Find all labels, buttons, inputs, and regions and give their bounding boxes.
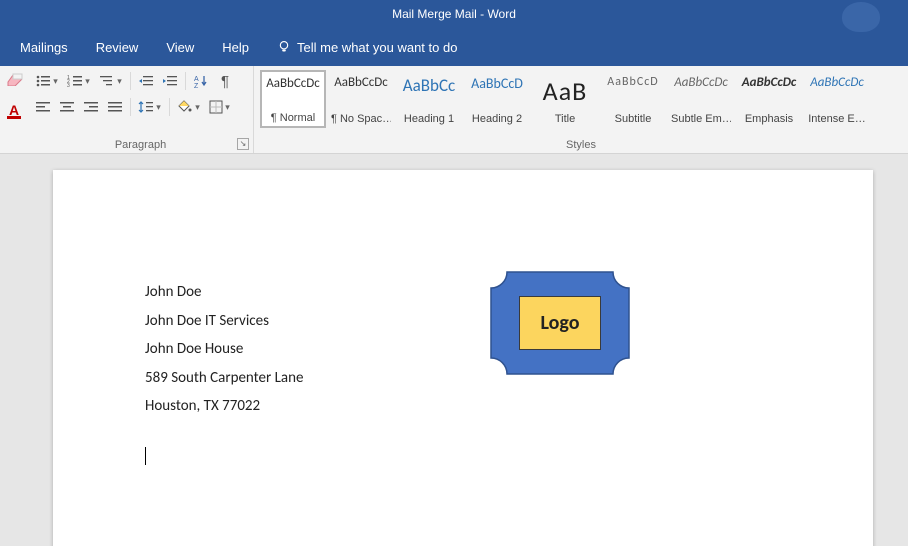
ribbon: A ▾ 123▾ ▾ AZ ¶ [0,66,908,154]
title-bar: Mail Merge Mail - Word [0,0,908,28]
lightbulb-icon [277,40,291,54]
style-name: Intense E… [807,113,867,125]
shading-button[interactable]: ▾ [174,96,204,118]
style-preview: AaBbCcDc [264,76,322,91]
style-name: Emphasis [739,113,799,125]
account-avatar[interactable] [842,2,880,32]
styles-group-label: Styles [254,139,908,151]
tab-help[interactable]: Help [208,30,263,65]
clear-formatting-icon[interactable] [5,72,23,86]
show-hide-marks-button[interactable]: ¶ [214,70,236,92]
style-subtle-em-[interactable]: AaBbCcDc Subtle Em… [668,70,734,128]
style--normal[interactable]: AaBbCcDc ¶ Normal [260,70,326,128]
logo-text: Logo [541,311,580,335]
tab-view[interactable]: View [152,30,208,65]
svg-text:Z: Z [194,83,199,88]
doc-line[interactable]: John Doe IT Services [145,307,303,336]
logo-shape[interactable]: Logo [489,270,631,376]
style--no-spac-[interactable]: AaBbCcDc ¶ No Spac… [328,70,394,128]
style-preview: AaBbCc [399,75,459,96]
style-name: ¶ No Spac… [331,113,391,125]
paragraph-dialog-launcher[interactable]: ↘ [237,138,249,150]
align-right-button[interactable] [80,96,102,118]
line-spacing-button[interactable]: ▾ [135,96,165,118]
borders-button[interactable]: ▾ [206,96,234,118]
tell-me-search[interactable]: Tell me what you want to do [263,30,471,65]
paragraph-group-label: Paragraph [28,139,253,151]
style-heading-2[interactable]: AaBbCcD Heading 2 [464,70,530,128]
numbering-button[interactable]: 123▾ [64,70,94,92]
style-name: Subtitle [603,113,663,125]
logo-text-box[interactable]: Logo [519,296,601,350]
doc-line[interactable]: John Doe [145,278,303,307]
page[interactable]: John Doe John Doe IT Services John Doe H… [53,170,873,546]
style-name: Title [535,113,595,125]
tab-mailings[interactable]: Mailings [6,30,82,65]
svg-text:3: 3 [67,83,70,88]
style-preview: AaBbCcDc [739,75,799,90]
bullets-button[interactable]: ▾ [32,70,62,92]
decrease-indent-button[interactable] [135,70,157,92]
style-name: Heading 2 [467,113,527,125]
doc-line[interactable]: Houston, TX 77022 [145,392,303,421]
ribbon-left-edge: A [0,66,28,153]
style-name: ¶ Normal [264,112,322,124]
style-title[interactable]: AaB Title [532,70,598,128]
document-body[interactable]: John Doe John Doe IT Services John Doe H… [145,278,303,465]
styles-group: AaBbCcDc¶ NormalAaBbCcDc¶ No Spac…AaBbCc… [254,66,908,153]
style-subtitle[interactable]: AaBbCcD Subtitle [600,70,666,128]
justify-button[interactable] [104,96,126,118]
svg-text:A: A [194,76,199,83]
style-emphasis[interactable]: AaBbCcDc Emphasis [736,70,802,128]
style-intense-e-[interactable]: AaBbCcDc Intense E… [804,70,870,128]
style-preview: AaBbCcDc [671,75,731,90]
style-preview: AaBbCcD [603,75,663,89]
menu-bar: Mailings Review View Help Tell me what y… [0,28,908,66]
style-name: Subtle Em… [671,113,731,125]
increase-indent-button[interactable] [159,70,181,92]
doc-line[interactable]: John Doe House [145,335,303,364]
multilevel-list-button[interactable]: ▾ [96,70,126,92]
align-left-button[interactable] [32,96,54,118]
style-heading-1[interactable]: AaBbCc Heading 1 [396,70,462,128]
window-title: Mail Merge Mail - Word [392,7,516,21]
style-preview: AaBbCcDc [331,75,391,90]
align-center-button[interactable] [56,96,78,118]
document-canvas[interactable]: John Doe John Doe IT Services John Doe H… [0,154,908,546]
style-preview: AaBbCcD [467,75,527,92]
tab-review[interactable]: Review [82,30,153,65]
style-preview: AaB [535,75,595,107]
doc-line[interactable]: 589 South Carpenter Lane [145,364,303,393]
font-color-icon[interactable]: A [7,104,21,119]
text-cursor [145,447,146,465]
paragraph-group: ▾ 123▾ ▾ AZ ¶ [28,66,254,153]
style-preview: AaBbCcDc [807,75,867,90]
tell-me-label: Tell me what you want to do [297,40,457,55]
sort-button[interactable]: AZ [190,70,212,92]
style-name: Heading 1 [399,113,459,125]
